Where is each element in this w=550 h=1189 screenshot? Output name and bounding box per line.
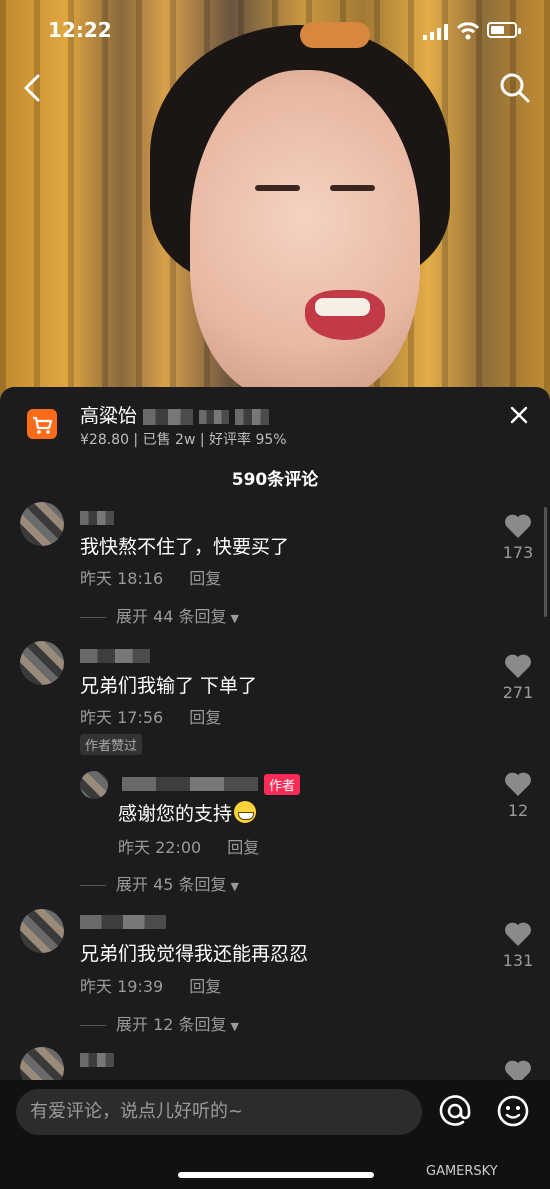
avatar[interactable]	[20, 502, 64, 546]
reply-text: 感谢您的支持	[118, 799, 257, 826]
search-icon[interactable]	[497, 70, 533, 106]
comment-meta: 昨天 18:16 回复	[80, 565, 221, 589]
username[interactable]	[80, 915, 166, 929]
right-eye	[330, 185, 375, 191]
comment-input-bar: 有爱评论，说点儿好听的~ GAMERSKY	[0, 1080, 550, 1189]
expand-replies[interactable]: 展开 45 条回复 ▼	[80, 871, 239, 895]
heart-icon	[505, 514, 531, 538]
comment-meta: 昨天 19:39 回复	[80, 973, 221, 997]
comment-count: 590条评论	[231, 470, 319, 490]
like-count: 173	[502, 543, 534, 562]
person-face	[190, 70, 420, 400]
video-player[interactable]	[0, 0, 550, 400]
comment-text: 兄弟们我觉得我还能再忍忍	[80, 943, 309, 965]
cart-icon[interactable]	[27, 409, 57, 439]
expand-replies[interactable]: 展开 12 条回复 ▼	[80, 1011, 239, 1035]
left-eye	[255, 185, 300, 191]
comment-time: 昨天 18:16	[80, 569, 164, 588]
wifi-icon	[456, 22, 480, 40]
grin-emoji-icon	[234, 801, 257, 823]
emoji-icon[interactable]	[496, 1094, 530, 1128]
battery-icon	[487, 22, 521, 38]
heart-icon	[505, 772, 531, 796]
comment-time: 昨天 19:39	[80, 977, 164, 996]
home-indicator[interactable]	[178, 1172, 374, 1178]
author-badge: 作者	[264, 774, 301, 795]
username[interactable]	[80, 1053, 114, 1067]
at-icon[interactable]	[438, 1094, 472, 1128]
reply-button[interactable]: 回复	[189, 569, 221, 588]
person-teeth	[315, 298, 370, 316]
like-button[interactable]: 271	[498, 653, 538, 702]
comment-text: 兄弟们我输了 下单了	[80, 675, 258, 697]
comment-meta: 昨天 17:56 回复	[80, 704, 221, 728]
reply-time: 昨天 22:00	[118, 838, 202, 857]
comment-text: 我快熬不住了，快要买了	[80, 536, 290, 558]
comments-sheet: 高粱饴 ¥28.80 | 已售 2w | 好评率 95% 590条评论 我快熬不…	[0, 387, 550, 1189]
signal-icon	[423, 24, 448, 40]
watermark: GAMERSKY	[426, 1164, 498, 1179]
close-icon[interactable]	[508, 404, 530, 426]
comment-time: 昨天 17:56	[80, 708, 164, 727]
heart-icon	[505, 654, 531, 678]
comment-input[interactable]: 有爱评论，说点儿好听的~	[16, 1089, 422, 1135]
reply-meta: 昨天 22:00 回复	[118, 834, 259, 858]
blurred-text	[199, 409, 230, 424]
reply-button[interactable]: 回复	[189, 708, 221, 727]
like-button[interactable]: 12	[498, 771, 538, 820]
username[interactable]	[80, 511, 114, 525]
username[interactable]	[80, 649, 150, 663]
avatar[interactable]	[20, 909, 64, 953]
status-bar: 12:22	[0, 14, 550, 48]
username[interactable]	[122, 777, 258, 791]
avatar[interactable]	[20, 641, 64, 685]
scrollbar[interactable]	[544, 507, 547, 617]
heart-icon	[505, 922, 531, 946]
blurred-text	[235, 408, 270, 425]
product-title[interactable]: 高粱饴	[80, 401, 270, 428]
product-meta: ¥28.80 | 已售 2w | 好评率 95%	[80, 432, 287, 448]
like-count: 271	[502, 683, 534, 702]
like-count: 12	[507, 801, 529, 820]
expand-replies[interactable]: 展开 44 条回复 ▼	[80, 603, 239, 627]
like-count: 131	[502, 951, 534, 970]
like-button[interactable]: 131	[498, 921, 538, 970]
author-liked-tag: 作者赞过	[80, 734, 143, 755]
avatar[interactable]	[80, 771, 108, 799]
back-icon[interactable]	[18, 70, 48, 106]
status-time: 12:22	[48, 18, 112, 42]
like-button[interactable]: 173	[498, 513, 538, 562]
reply-button[interactable]: 回复	[227, 838, 259, 857]
reply-button[interactable]: 回复	[189, 977, 221, 996]
blurred-text	[143, 408, 194, 425]
